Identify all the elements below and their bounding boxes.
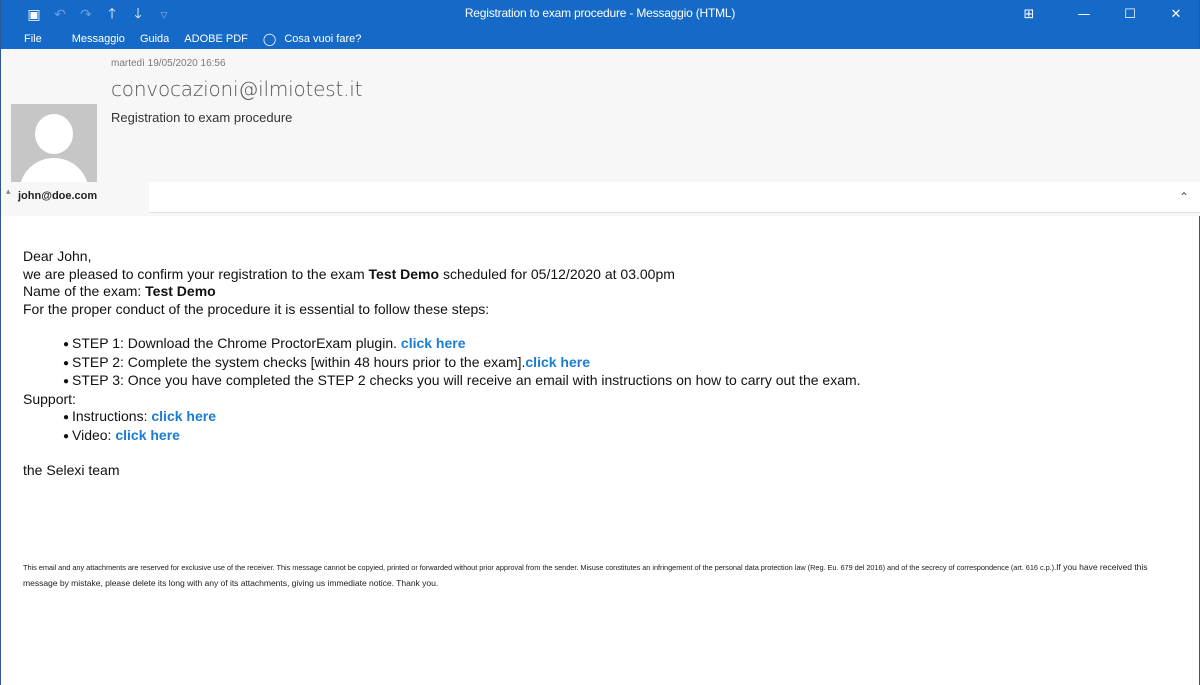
bullet-icon: ●: [63, 430, 70, 442]
avatar-head-shape: [35, 114, 73, 154]
bullet-icon: ●: [63, 357, 70, 369]
list-item: ● STEP 1: Download the Chrome ProctorExam…: [63, 335, 1183, 354]
tab-adobe-pdf[interactable]: ADOBE PDF: [184, 33, 263, 45]
message-subject: Registration to exam procedure: [111, 110, 293, 125]
greeting: Dear John,: [23, 248, 92, 264]
bullet-icon: ●: [63, 376, 70, 387]
title-bar-top: ▣ ↶ ↷ 🡑 🡓 ▿ Registration to exam procedu…: [1, 0, 1199, 28]
disclaimer-privacy-text: This email and any attachments are reser…: [23, 563, 1057, 572]
legal-disclaimer: This email and any attachments are reser…: [23, 560, 1183, 591]
list-item: ● STEP 3: Once you have completed the STE…: [63, 372, 1183, 391]
support-video-link[interactable]: click here: [115, 427, 180, 443]
lightbulb-icon: ◯: [262, 31, 277, 46]
step-3-text: STEP 3: Once you have completed the STEP…: [72, 372, 861, 388]
support-video-text: Video:: [72, 426, 116, 443]
sender-address[interactable]: convocazioni@ilmiotest.it: [111, 77, 363, 101]
triangle-icon[interactable]: ▴: [6, 187, 11, 197]
support-label: Support:: [23, 390, 76, 407]
title-bar: ▣ ↶ ↷ 🡑 🡓 ▿ Registration to exam procedu…: [1, 0, 1199, 49]
confirmation-text-start: we are pleased to confirm your registrat…: [23, 265, 369, 282]
exam-name-value: Test Demo: [145, 283, 216, 299]
ribbon-display-options-icon[interactable]: ⊞: [1009, 0, 1049, 28]
tell-me-label: Cosa vuoi fare?: [284, 32, 362, 45]
exam-name: Test Demo: [368, 265, 440, 282]
tab-guida[interactable]: Guida: [140, 33, 184, 45]
signature: the Selexi team: [23, 462, 120, 478]
support-instructions-link[interactable]: click here: [151, 408, 216, 424]
steps-list: ● STEP 1: Download the Chrome ProctorExam…: [23, 335, 1183, 391]
recipient-area: [149, 182, 1200, 213]
message-date: martedì 19/05/2020 16:56: [111, 58, 226, 69]
tab-file[interactable]: File: [1, 33, 72, 45]
step-1-text: STEP 1: Download the Chrome ProctorExam …: [72, 335, 401, 351]
exam-name-line: Name of the exam: Test Demo: [23, 283, 1183, 301]
chevron-up-icon[interactable]: ⌃: [1179, 190, 1189, 204]
outlook-message-window: ▣ ↶ ↷ 🡑 🡓 ▿ Registration to exam procedu…: [0, 0, 1200, 685]
list-item: ● Video: click here: [63, 427, 1183, 446]
list-item: ● STEP 2: Complete the system checks [wit…: [63, 354, 1183, 373]
bullet-icon: ●: [63, 412, 70, 423]
recipient-address[interactable]: john@doe.com: [18, 190, 97, 202]
step-1-link[interactable]: click here: [401, 335, 466, 351]
bullet-icon: ●: [63, 339, 70, 350]
window-controls: ⊞ — ☐ ✕: [1009, 0, 1199, 28]
close-icon[interactable]: ✕: [1153, 0, 1199, 28]
message-body: Dear John, we are pleased to confirm you…: [23, 248, 1183, 480]
sender-avatar[interactable]: [11, 104, 97, 190]
confirmation-line: we are pleased to confirm your registrat…: [23, 266, 1183, 284]
minimize-icon[interactable]: —: [1061, 0, 1107, 28]
step-2-link[interactable]: click here: [525, 354, 590, 370]
tell-me-box[interactable]: ◯ Cosa vuoi fare?: [263, 32, 376, 46]
step-2-text: STEP 2: Complete the system checks [with…: [72, 353, 526, 370]
confirmation-text-end: scheduled for 05/12/2020 at 03.00pm: [439, 265, 675, 282]
tab-messaggio[interactable]: Messaggio: [72, 33, 140, 45]
exam-name-label: Name of the exam:: [23, 283, 146, 299]
recipient-row: ▴ john@doe.com ⌃: [1, 182, 1200, 213]
ribbon-tabs: File Messaggio Guida ADOBE PDF ◯ Cosa vu…: [1, 28, 1199, 49]
support-instructions-text: Instructions:: [72, 408, 152, 424]
list-item: ● Instructions: click here: [63, 408, 1183, 427]
support-list: ● Instructions: click here ● Video: click …: [23, 408, 1183, 445]
instructions-intro: For the proper conduct of the procedure …: [23, 300, 490, 317]
maximize-icon[interactable]: ☐: [1107, 0, 1153, 28]
